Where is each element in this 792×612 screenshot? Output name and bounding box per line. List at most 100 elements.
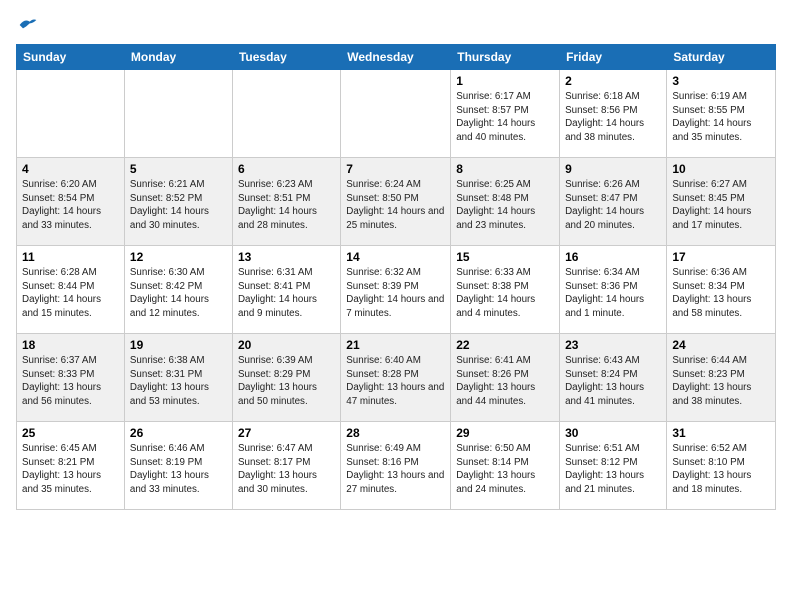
day-number: 11 bbox=[22, 250, 119, 264]
day-info: Sunrise: 6:23 AMSunset: 8:51 PMDaylight:… bbox=[238, 178, 335, 233]
calendar-cell: 7 Sunrise: 6:24 AMSunset: 8:50 PMDaylight… bbox=[341, 158, 451, 246]
day-number: 12 bbox=[130, 250, 227, 264]
calendar-cell: 10 Sunrise: 6:27 AMSunset: 8:45 PMDayligh… bbox=[667, 158, 776, 246]
day-number: 29 bbox=[456, 426, 554, 440]
day-info: Sunrise: 6:36 AMSunset: 8:34 PMDaylight:… bbox=[672, 266, 770, 321]
day-number: 25 bbox=[22, 426, 119, 440]
day-info: Sunrise: 6:33 AMSunset: 8:38 PMDaylight:… bbox=[456, 266, 554, 321]
calendar-cell: 2Sunrise: 6:18 AMSunset: 8:56 PMDaylight… bbox=[560, 70, 667, 158]
day-info: Sunrise: 6:18 AMSunset: 8:56 PMDaylight:… bbox=[565, 90, 661, 145]
day-info: Sunrise: 6:31 AMSunset: 8:41 PMDaylight:… bbox=[238, 266, 335, 321]
calendar-cell bbox=[124, 70, 232, 158]
col-header-monday: Monday bbox=[124, 45, 232, 70]
logo-bird-icon bbox=[18, 16, 38, 34]
day-info: Sunrise: 6:24 AMSunset: 8:50 PMDaylight:… bbox=[346, 178, 445, 233]
calendar-cell: 26Sunrise: 6:46 AMSunset: 8:19 PMDayligh… bbox=[124, 422, 232, 510]
calendar-cell: 6 Sunrise: 6:23 AMSunset: 8:51 PMDaylight… bbox=[232, 158, 340, 246]
calendar-week-row: 4 Sunrise: 6:20 AMSunset: 8:54 PMDaylight… bbox=[17, 158, 776, 246]
calendar-cell: 23Sunrise: 6:43 AMSunset: 8:24 PMDayligh… bbox=[560, 334, 667, 422]
day-number: 14 bbox=[346, 250, 445, 264]
day-info: Sunrise: 6:27 AMSunset: 8:45 PMDaylight:… bbox=[672, 178, 770, 233]
col-header-wednesday: Wednesday bbox=[341, 45, 451, 70]
day-info: Sunrise: 6:45 AMSunset: 8:21 PMDaylight:… bbox=[22, 442, 119, 497]
calendar-cell: 12 Sunrise: 6:30 AMSunset: 8:42 PMDayligh… bbox=[124, 246, 232, 334]
day-number: 17 bbox=[672, 250, 770, 264]
calendar-cell: 18 Sunrise: 6:37 AMSunset: 8:33 PMDayligh… bbox=[17, 334, 125, 422]
calendar-week-row: 11 Sunrise: 6:28 AMSunset: 8:44 PMDayligh… bbox=[17, 246, 776, 334]
day-number: 28 bbox=[346, 426, 445, 440]
calendar-cell: 4 Sunrise: 6:20 AMSunset: 8:54 PMDaylight… bbox=[17, 158, 125, 246]
day-info: Sunrise: 6:50 AMSunset: 8:14 PMDaylight:… bbox=[456, 442, 554, 497]
day-number: 7 bbox=[346, 162, 445, 176]
calendar-cell: 29 Sunrise: 6:50 AMSunset: 8:14 PMDayligh… bbox=[451, 422, 560, 510]
calendar-cell: 14 Sunrise: 6:32 AMSunset: 8:39 PMDayligh… bbox=[341, 246, 451, 334]
day-info: Sunrise: 6:40 AMSunset: 8:28 PMDaylight:… bbox=[346, 354, 445, 409]
day-info: Sunrise: 6:20 AMSunset: 8:54 PMDaylight:… bbox=[22, 178, 119, 233]
day-info: Sunrise: 6:32 AMSunset: 8:39 PMDaylight:… bbox=[346, 266, 445, 321]
day-number: 10 bbox=[672, 162, 770, 176]
calendar-week-row: 25 Sunrise: 6:45 AMSunset: 8:21 PMDayligh… bbox=[17, 422, 776, 510]
day-info: Sunrise: 6:39 AMSunset: 8:29 PMDaylight:… bbox=[238, 354, 335, 409]
day-number: 1 bbox=[456, 74, 554, 88]
col-header-tuesday: Tuesday bbox=[232, 45, 340, 70]
calendar-week-row: 1 Sunrise: 6:17 AMSunset: 8:57 PMDaylight… bbox=[17, 70, 776, 158]
day-number: 31 bbox=[672, 426, 770, 440]
calendar-cell: 25 Sunrise: 6:45 AMSunset: 8:21 PMDayligh… bbox=[17, 422, 125, 510]
calendar-cell: 11 Sunrise: 6:28 AMSunset: 8:44 PMDayligh… bbox=[17, 246, 125, 334]
day-number: 13 bbox=[238, 250, 335, 264]
day-info: Sunrise: 6:52 AMSunset: 8:10 PMDaylight:… bbox=[672, 442, 770, 497]
day-number: 9 bbox=[565, 162, 661, 176]
col-header-sunday: Sunday bbox=[17, 45, 125, 70]
day-info: Sunrise: 6:28 AMSunset: 8:44 PMDaylight:… bbox=[22, 266, 119, 321]
day-number: 24 bbox=[672, 338, 770, 352]
day-number: 20 bbox=[238, 338, 335, 352]
day-info: Sunrise: 6:30 AMSunset: 8:42 PMDaylight:… bbox=[130, 266, 227, 321]
calendar-header-row: SundayMondayTuesdayWednesdayThursdayFrid… bbox=[17, 45, 776, 70]
day-number: 22 bbox=[456, 338, 554, 352]
day-info: Sunrise: 6:21 AMSunset: 8:52 PMDaylight:… bbox=[130, 178, 227, 233]
day-number: 27 bbox=[238, 426, 335, 440]
calendar-cell: 27 Sunrise: 6:47 AMSunset: 8:17 PMDayligh… bbox=[232, 422, 340, 510]
day-number: 4 bbox=[22, 162, 119, 176]
calendar-cell: 16Sunrise: 6:34 AMSunset: 8:36 PMDayligh… bbox=[560, 246, 667, 334]
day-number: 16 bbox=[565, 250, 661, 264]
calendar-cell: 17 Sunrise: 6:36 AMSunset: 8:34 PMDayligh… bbox=[667, 246, 776, 334]
day-info: Sunrise: 6:46 AMSunset: 8:19 PMDaylight:… bbox=[130, 442, 227, 497]
day-number: 18 bbox=[22, 338, 119, 352]
calendar-cell: 24 Sunrise: 6:44 AMSunset: 8:23 PMDayligh… bbox=[667, 334, 776, 422]
col-header-thursday: Thursday bbox=[451, 45, 560, 70]
day-number: 15 bbox=[456, 250, 554, 264]
day-info: Sunrise: 6:19 AMSunset: 8:55 PMDaylight:… bbox=[672, 90, 770, 145]
calendar-cell: 15 Sunrise: 6:33 AMSunset: 8:38 PMDayligh… bbox=[451, 246, 560, 334]
calendar-cell bbox=[17, 70, 125, 158]
calendar-cell: 3Sunrise: 6:19 AMSunset: 8:55 PMDaylight… bbox=[667, 70, 776, 158]
day-number: 5 bbox=[130, 162, 227, 176]
day-number: 6 bbox=[238, 162, 335, 176]
calendar-week-row: 18 Sunrise: 6:37 AMSunset: 8:33 PMDayligh… bbox=[17, 334, 776, 422]
day-info: Sunrise: 6:41 AMSunset: 8:26 PMDaylight:… bbox=[456, 354, 554, 409]
calendar-cell: 21Sunrise: 6:40 AMSunset: 8:28 PMDayligh… bbox=[341, 334, 451, 422]
day-info: Sunrise: 6:17 AMSunset: 8:57 PMDaylight:… bbox=[456, 90, 554, 145]
calendar-cell: 1 Sunrise: 6:17 AMSunset: 8:57 PMDaylight… bbox=[451, 70, 560, 158]
calendar-table: SundayMondayTuesdayWednesdayThursdayFrid… bbox=[16, 44, 776, 510]
calendar-cell: 22 Sunrise: 6:41 AMSunset: 8:26 PMDayligh… bbox=[451, 334, 560, 422]
calendar-cell: 9Sunrise: 6:26 AMSunset: 8:47 PMDaylight… bbox=[560, 158, 667, 246]
calendar-cell bbox=[341, 70, 451, 158]
calendar-cell: 31 Sunrise: 6:52 AMSunset: 8:10 PMDayligh… bbox=[667, 422, 776, 510]
day-info: Sunrise: 6:49 AMSunset: 8:16 PMDaylight:… bbox=[346, 442, 445, 497]
calendar-cell: 30Sunrise: 6:51 AMSunset: 8:12 PMDayligh… bbox=[560, 422, 667, 510]
col-header-saturday: Saturday bbox=[667, 45, 776, 70]
calendar-cell bbox=[232, 70, 340, 158]
day-info: Sunrise: 6:38 AMSunset: 8:31 PMDaylight:… bbox=[130, 354, 227, 409]
day-info: Sunrise: 6:44 AMSunset: 8:23 PMDaylight:… bbox=[672, 354, 770, 409]
col-header-friday: Friday bbox=[560, 45, 667, 70]
day-number: 8 bbox=[456, 162, 554, 176]
calendar-cell: 28 Sunrise: 6:49 AMSunset: 8:16 PMDayligh… bbox=[341, 422, 451, 510]
day-info: Sunrise: 6:37 AMSunset: 8:33 PMDaylight:… bbox=[22, 354, 119, 409]
day-info: Sunrise: 6:47 AMSunset: 8:17 PMDaylight:… bbox=[238, 442, 335, 497]
calendar-cell: 8 Sunrise: 6:25 AMSunset: 8:48 PMDaylight… bbox=[451, 158, 560, 246]
calendar-cell: 20 Sunrise: 6:39 AMSunset: 8:29 PMDayligh… bbox=[232, 334, 340, 422]
logo bbox=[16, 16, 38, 32]
day-info: Sunrise: 6:25 AMSunset: 8:48 PMDaylight:… bbox=[456, 178, 554, 233]
page-header bbox=[16, 16, 776, 32]
